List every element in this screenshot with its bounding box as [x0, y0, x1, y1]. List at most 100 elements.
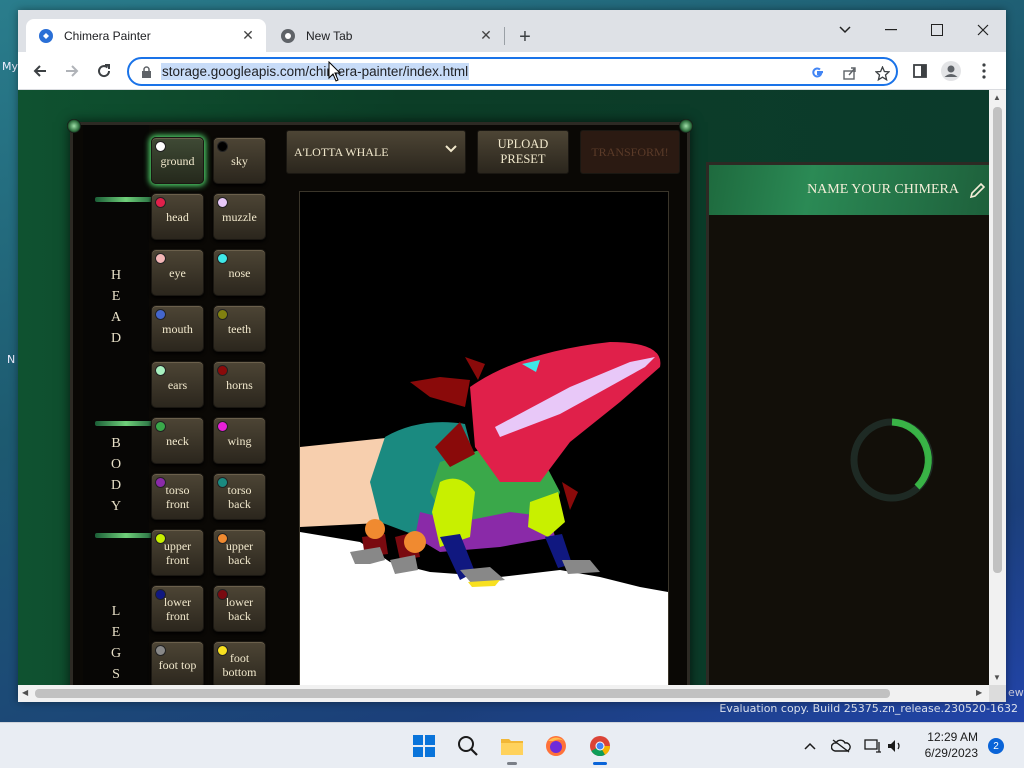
close-window-button[interactable]	[960, 16, 1006, 44]
name-your-chimera-bar[interactable]: NAME YOUR CHIMERA	[709, 165, 989, 215]
arrow-left-icon	[33, 65, 46, 77]
transform-button[interactable]: TRANSFORM!	[580, 130, 680, 174]
tab-chimera-painter[interactable]: Chimera Painter ✕	[26, 19, 266, 52]
scroll-right-icon[interactable]: ▶	[976, 688, 982, 697]
close-tab-icon[interactable]: ✕	[238, 26, 258, 46]
kebab-menu-icon	[982, 63, 986, 79]
preset-select[interactable]: A'LOTTA WHALE	[286, 130, 466, 174]
part-button-lower-front[interactable]: lower front	[151, 585, 204, 632]
color-swatch	[217, 141, 228, 152]
part-label: nose	[228, 265, 251, 280]
part-label: mouth	[162, 321, 193, 336]
color-swatch	[217, 365, 228, 376]
reload-button[interactable]	[91, 58, 117, 84]
part-button-foot-bottom[interactable]: foot bottom	[213, 641, 266, 685]
onedrive-button[interactable]	[826, 731, 856, 761]
part-button-teeth[interactable]: teeth	[213, 305, 266, 352]
part-button-lower-back[interactable]: lower back	[213, 585, 266, 632]
color-swatch	[155, 421, 166, 432]
forward-button[interactable]	[59, 58, 85, 84]
upload-preset-button[interactable]: UPLOAD PRESET	[477, 130, 569, 174]
notification-badge[interactable]: 2	[988, 738, 1004, 754]
part-button-head[interactable]: head	[151, 193, 204, 240]
part-label: foot top	[158, 657, 197, 672]
menu-button[interactable]	[971, 58, 997, 84]
part-button-muzzle[interactable]: muzzle	[213, 193, 266, 240]
minimize-button[interactable]	[868, 16, 914, 44]
chevron-down-icon	[445, 145, 457, 153]
watermark-tail: ew	[1008, 686, 1024, 699]
new-tab-button[interactable]: +	[514, 26, 536, 48]
chimera-segmentation-drawing[interactable]	[300, 192, 668, 685]
part-button-horns[interactable]: horns	[213, 361, 266, 408]
preset-value: A'LOTTA WHALE	[294, 144, 389, 159]
part-label: teeth	[227, 321, 252, 336]
scroll-down-icon[interactable]: ▼	[993, 673, 1001, 682]
part-button-ears[interactable]: ears	[151, 361, 204, 408]
part-button-neck[interactable]: neck	[151, 417, 204, 464]
scroll-left-icon[interactable]: ◀	[22, 688, 28, 697]
chimera-output-panel: NAME YOUR CHIMERA	[706, 162, 989, 685]
scrollbar-corner	[989, 685, 1006, 702]
show-hidden-icons-button[interactable]	[795, 731, 825, 761]
chrome-button[interactable]	[585, 731, 615, 765]
part-button-sky[interactable]: sky	[213, 137, 266, 184]
part-label: muzzle	[222, 209, 257, 224]
section-label-body: BODY	[110, 436, 122, 514]
horizontal-scrollbar[interactable]: ◀ ▶	[18, 685, 989, 702]
file-explorer-button[interactable]	[497, 731, 527, 765]
section-label-legs: LEGS	[110, 604, 122, 682]
maximize-icon	[931, 24, 943, 36]
part-button-nose[interactable]: nose	[213, 249, 266, 296]
profile-button[interactable]	[938, 58, 964, 84]
part-label: eye	[169, 265, 186, 280]
chevron-up-icon	[804, 742, 816, 750]
section-divider	[95, 197, 157, 202]
reading-mode-button[interactable]	[907, 58, 933, 84]
color-swatch	[155, 141, 166, 152]
volume-button[interactable]	[880, 731, 910, 761]
share-icon[interactable]	[840, 63, 860, 83]
system-clock[interactable]: 12:29 AM 6/29/2023	[918, 729, 978, 761]
part-label: ground	[160, 153, 195, 168]
desktop-icon-label[interactable]: My	[2, 60, 18, 73]
tab-new-tab[interactable]: New Tab ✕	[268, 19, 504, 52]
part-button-torso-front[interactable]: torso front	[151, 473, 204, 520]
loading-spinner-icon	[850, 418, 934, 502]
mouse-cursor-icon	[328, 61, 342, 82]
part-button-upper-front[interactable]: upper front	[151, 529, 204, 576]
bookmark-star-icon[interactable]	[872, 63, 892, 83]
color-swatch	[155, 253, 166, 264]
part-button-upper-back[interactable]: upper back	[213, 529, 266, 576]
part-button-torso-back[interactable]: torso back	[213, 473, 266, 520]
close-tab-icon[interactable]: ✕	[476, 26, 496, 46]
maximize-button[interactable]	[914, 16, 960, 44]
address-bar[interactable]: storage.googleapis.com/chimera-painter/i…	[127, 57, 898, 86]
scroll-up-icon[interactable]: ▲	[993, 93, 1001, 102]
firefox-button[interactable]	[541, 731, 571, 761]
part-button-ground[interactable]: ground	[151, 137, 204, 184]
color-swatch	[217, 477, 228, 488]
part-button-foot-top[interactable]: foot top	[151, 641, 204, 685]
segmentation-canvas[interactable]	[299, 191, 669, 685]
part-button-eye[interactable]: eye	[151, 249, 204, 296]
scroll-thumb[interactable]	[35, 689, 890, 698]
start-button[interactable]	[409, 731, 439, 761]
part-button-wing[interactable]: wing	[213, 417, 266, 464]
part-label: head	[166, 209, 189, 224]
color-swatch	[217, 589, 228, 600]
scroll-thumb[interactable]	[993, 107, 1002, 573]
vertical-scrollbar[interactable]: ▲ ▼	[989, 90, 1006, 685]
tab-search-button[interactable]	[822, 16, 868, 44]
search-button[interactable]	[453, 731, 483, 761]
url-text[interactable]: storage.googleapis.com/chimera-painter/i…	[161, 63, 470, 80]
tab-title: Chimera Painter	[64, 28, 151, 43]
lock-icon[interactable]	[141, 66, 152, 84]
chrome-icon	[590, 736, 611, 757]
back-button[interactable]	[27, 58, 53, 84]
desktop-icon-label[interactable]: N	[7, 353, 15, 366]
part-button-mouth[interactable]: mouth	[151, 305, 204, 352]
reload-icon	[98, 64, 111, 78]
google-lens-icon[interactable]	[808, 63, 828, 83]
panel-corner-ornament	[67, 119, 81, 133]
